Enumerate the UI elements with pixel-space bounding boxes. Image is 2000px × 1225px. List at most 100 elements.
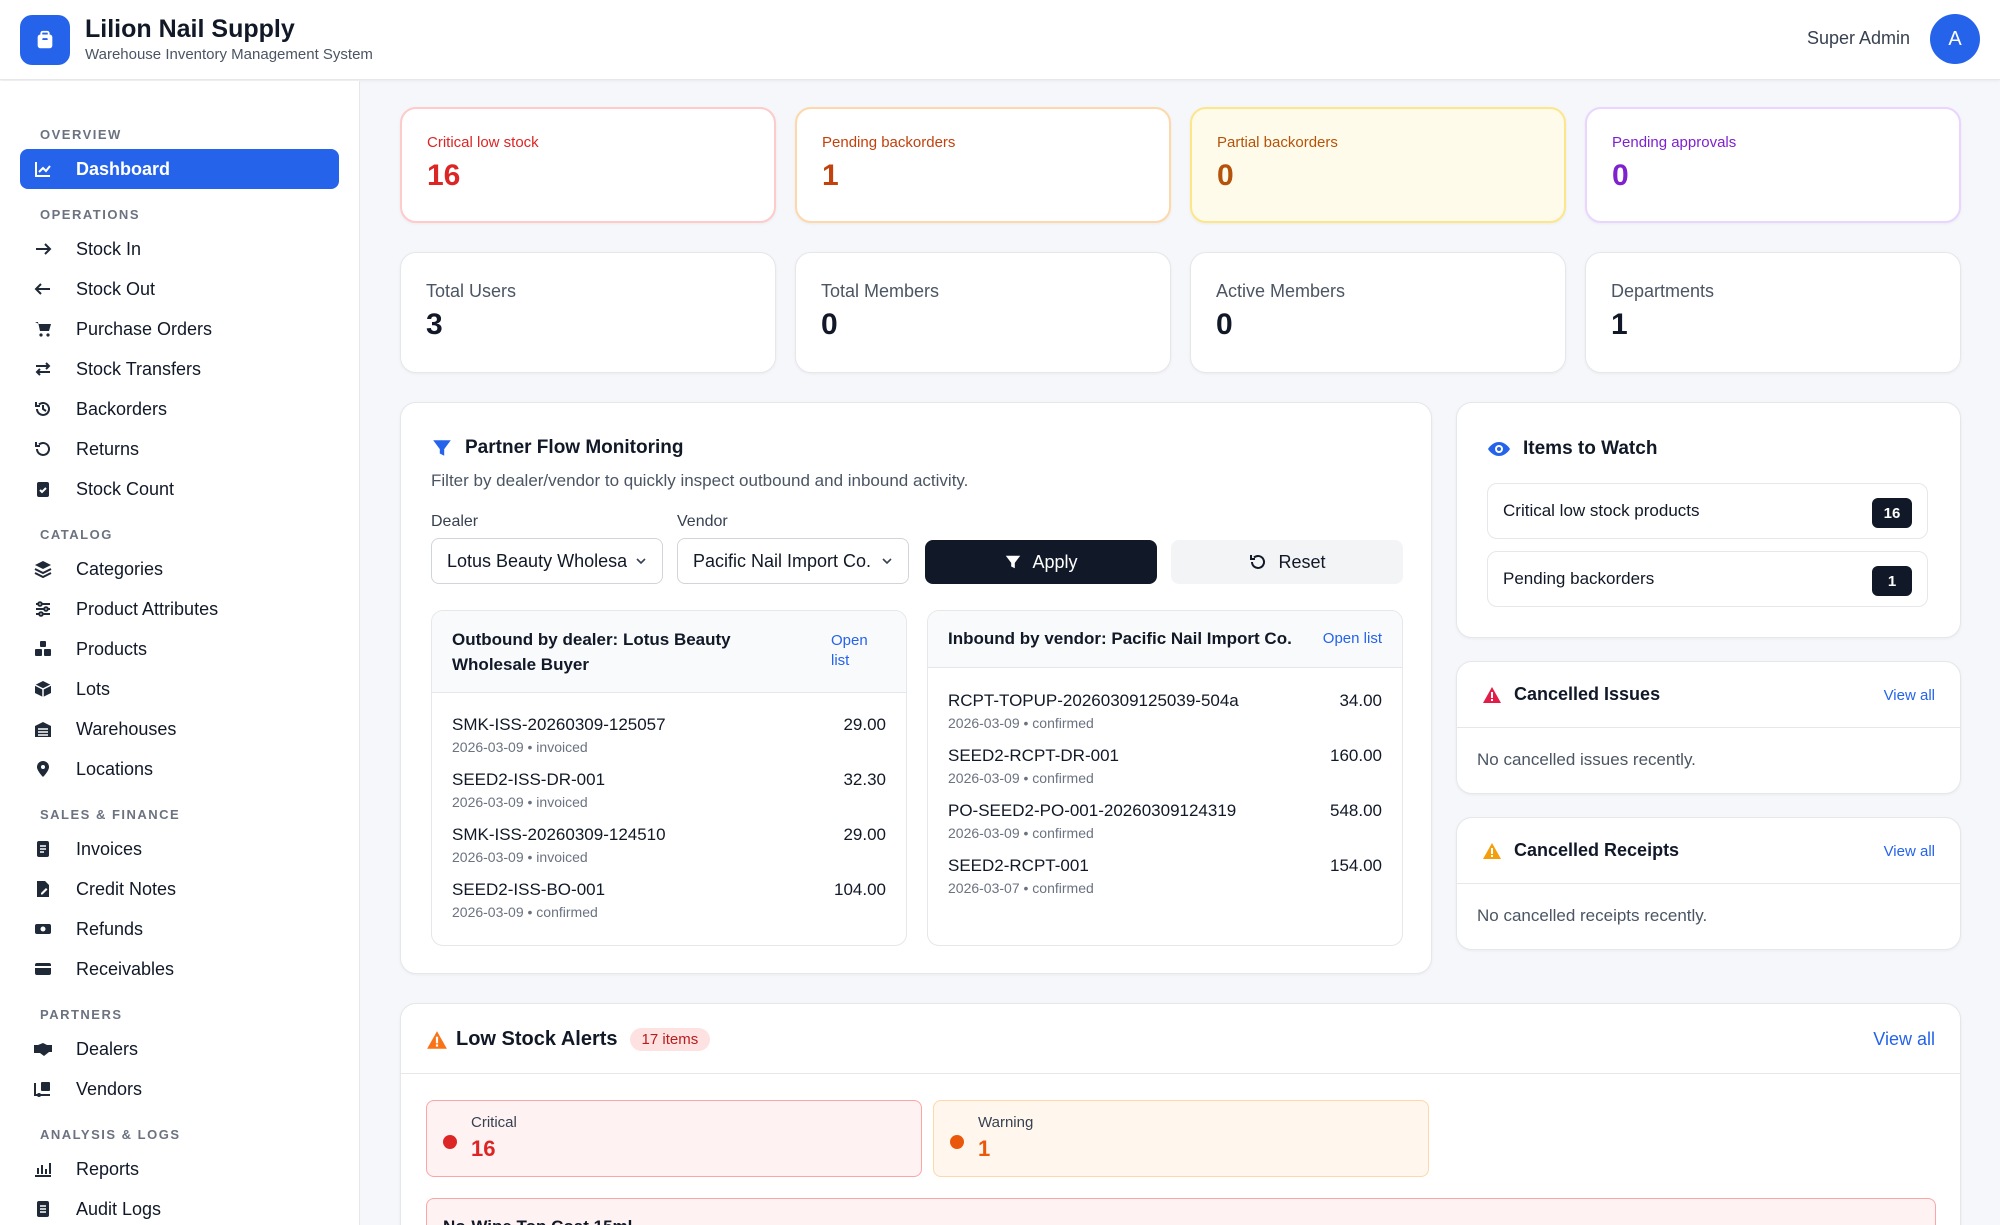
panel-title: Partner Flow Monitoring [431,437,684,459]
sidebar-item-product-attributes[interactable]: Product Attributes [20,589,339,629]
stat-value: 0 [1216,308,1233,341]
arrow-right-icon [32,238,54,260]
panel-title: Items to Watch [1487,437,1657,461]
sidebar-item-lots[interactable]: Lots [20,669,339,709]
critical-summary[interactable]: Critical 16 [426,1100,922,1177]
sidebar-item-returns[interactable]: Returns [20,429,339,469]
flow-meta: 2026-03-09 • invoiced [452,739,588,755]
sidebar-item-locations[interactable]: Locations [20,749,339,789]
inbound-open-list-link[interactable]: Open list [1323,630,1382,647]
flow-meta: 2026-03-09 • confirmed [948,770,1094,786]
sidebar-item-label: Product Attributes [76,598,219,619]
sidebar-item-purchase-orders[interactable]: Purchase Orders [20,309,339,349]
outbound-open-list-link[interactable]: Open list [831,631,881,671]
sidebar-item-label: Returns [76,438,140,459]
filter-icon [433,440,451,456]
sidebar-item-stock-count[interactable]: Stock Count [20,469,339,509]
apply-label: Apply [1032,551,1078,572]
list-item[interactable]: SEED2-ISS-BO-001 2026-03-09 • confirmed … [452,880,886,930]
sidebar-item-label: Dealers [76,1038,139,1059]
sidebar-item-invoices[interactable]: Invoices [20,829,339,869]
list-item[interactable]: SEED2-ISS-DR-001 2026-03-09 • invoiced 3… [452,770,886,820]
sidebar-item-label: Audit Logs [76,1198,162,1219]
reset-button[interactable]: Reset [1171,540,1403,584]
flow-meta: 2026-03-09 • invoiced [452,794,588,810]
sidebar-item-label: Vendors [76,1078,143,1099]
view-all-link[interactable]: View all [1884,687,1935,704]
list-item[interactable]: SMK-ISS-20260309-125057 2026-03-09 • inv… [452,715,886,765]
panel-description: Filter by dealer/vendor to quickly inspe… [431,471,969,490]
cube-icon [32,678,54,700]
flow-id: SEED2-RCPT-001 [948,856,1089,875]
sidebar-item-reports[interactable]: Reports [20,1149,339,1189]
history-icon [32,398,54,420]
stat-value: 0 [1612,159,1629,192]
list-item[interactable]: SEED2-RCPT-001 2026-03-07 • confirmed 15… [948,856,1382,906]
stat-pending-backorders[interactable]: Pending backorders 1 [795,107,1171,223]
avatar[interactable]: A [1930,14,1980,64]
sidebar-item-label: Products [76,638,148,659]
sidebar-item-label: Credit Notes [76,878,177,899]
stat-value: 1 [822,159,839,192]
bar-chart-icon [32,1158,54,1180]
filter-icon [1006,555,1021,569]
sidebar-item-label: Warehouses [76,718,177,739]
sidebar-item-label: Stock Count [76,478,175,499]
warning-value: 1 [978,1136,991,1161]
sidebar-item-label: Locations [76,758,154,779]
map-pin-icon [32,758,54,780]
list-item[interactable]: RCPT-TOPUP-20260309125039-504a 2026-03-0… [948,691,1382,741]
sidebar-item-label: Purchase Orders [76,318,213,339]
sidebar-item-credit-notes[interactable]: Credit Notes [20,869,339,909]
watch-item-label: Critical low stock products [1503,501,1700,520]
stat-value: 1 [1611,308,1628,341]
count-badge: 1 [1872,566,1912,596]
chart-line-icon [32,158,54,180]
sidebar-item-warehouses[interactable]: Warehouses [20,709,339,749]
sidebar-item-stock-in[interactable]: Stock In [20,229,339,269]
flow-amount: 29.00 [843,715,886,734]
warning-label: Warning [978,1114,1034,1131]
sidebar-item-refunds[interactable]: Refunds [20,909,339,949]
view-all-link[interactable]: View all [1884,843,1935,860]
list-item[interactable]: SEED2-RCPT-DR-001 2026-03-09 • confirmed… [948,746,1382,796]
stat-critical-low-stock[interactable]: Critical low stock 16 [400,107,776,223]
sidebar-item-vendors[interactable]: Vendors [20,1069,339,1109]
apply-button[interactable]: Apply [925,540,1157,584]
sidebar-item-label: Lots [76,678,111,699]
app-logo[interactable] [20,15,70,65]
sidebar-item-dealers[interactable]: Dealers [20,1029,339,1069]
critical-value: 16 [471,1136,496,1161]
log-file-icon [32,1198,54,1220]
sidebar-item-dashboard[interactable]: Dashboard [20,149,339,189]
top-header: Lilion Nail Supply Warehouse Inventory M… [0,0,2000,80]
watch-item-critical-low-stock[interactable]: Critical low stock products 16 [1487,483,1928,539]
sidebar-item-label: Stock Out [76,278,156,299]
list-item[interactable]: SMK-ISS-20260309-124510 2026-03-09 • inv… [452,825,886,875]
sidebar-item-products[interactable]: Products [20,629,339,669]
sidebar-item-stock-transfers[interactable]: Stock Transfers [20,349,339,389]
watch-item-pending-backorders[interactable]: Pending backorders 1 [1487,551,1928,607]
low-stock-item-name: No-Wipe Top Coat 15ml [443,1217,632,1225]
user-name[interactable]: Super Admin [1807,28,1910,49]
sidebar-item-label: Dashboard [76,158,171,179]
reset-label: Reset [1278,551,1326,572]
warning-triangle-icon [427,1030,447,1049]
panel-header: Low Stock Alerts 17 items View all [401,1004,1960,1074]
stat-partial-backorders[interactable]: Partial backorders 0 [1190,107,1566,223]
sidebar-item-categories[interactable]: Categories [20,549,339,589]
sidebar-item-backorders[interactable]: Backorders [20,389,339,429]
flow-id: SEED2-ISS-DR-001 [452,770,606,789]
stat-pending-approvals[interactable]: Pending approvals 0 [1585,107,1961,223]
truck-loading-icon [32,1078,54,1100]
sidebar-item-receivables[interactable]: Receivables [20,949,339,989]
dealer-select-value: Lotus Beauty Wholesa [447,550,628,571]
view-all-link[interactable]: View all [1873,1029,1935,1050]
list-item[interactable]: No-Wipe Top Coat 15ml [426,1198,1936,1225]
vendor-select[interactable]: Pacific Nail Import Co. [677,538,909,584]
list-item[interactable]: PO-SEED2-PO-001-20260309124319 2026-03-0… [948,801,1382,851]
warning-summary[interactable]: Warning 1 [933,1100,1429,1177]
sidebar-item-audit-logs[interactable]: Audit Logs [20,1189,339,1225]
sidebar-item-stock-out[interactable]: Stock Out [20,269,339,309]
dealer-select[interactable]: Lotus Beauty Wholesa [431,538,663,584]
